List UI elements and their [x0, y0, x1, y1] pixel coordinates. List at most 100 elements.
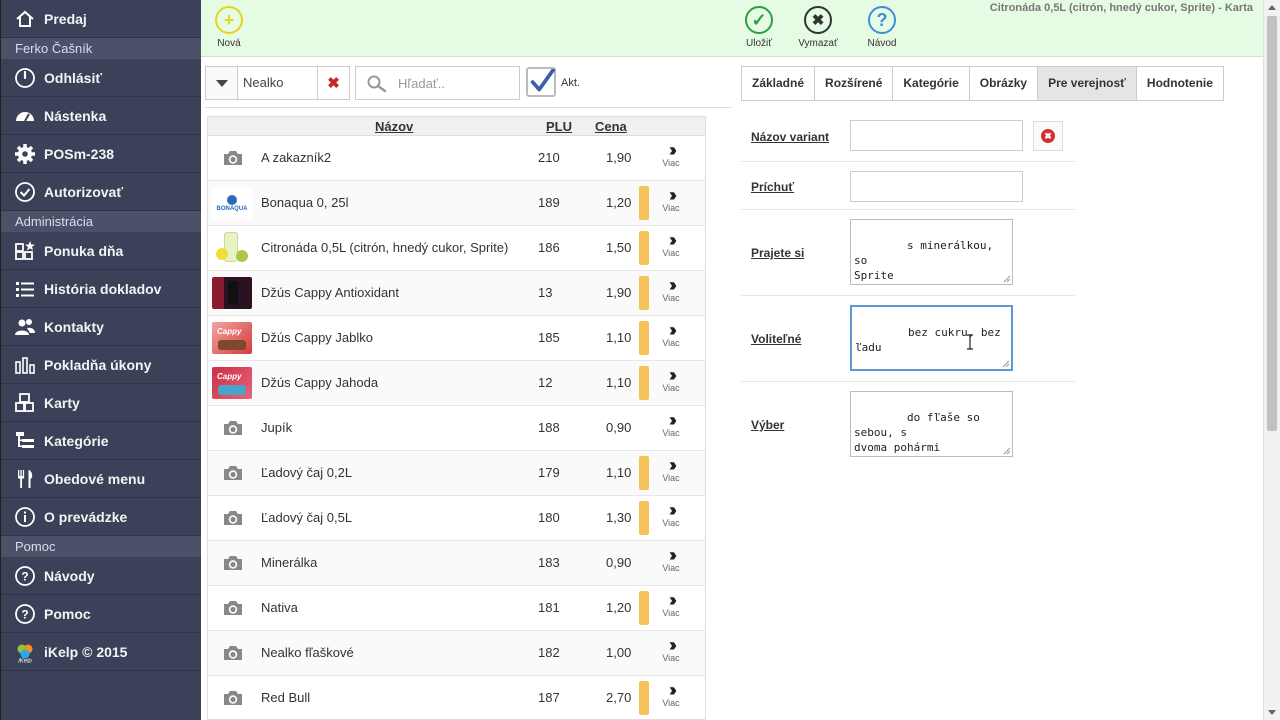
more-button[interactable]: ›› Viac [660, 455, 682, 483]
sidebar-item-label: História dokladov [44, 280, 162, 297]
sidebar-item-kontakty[interactable]: Kontakty [1, 308, 201, 346]
camera-icon [224, 511, 242, 525]
wish-textarea[interactable]: s minerálkou, so Sprite [850, 219, 1013, 285]
sidebar-item-nastenka[interactable]: Nástenka [1, 97, 201, 135]
search-input[interactable]: Hľadať.. [355, 66, 520, 100]
flavor-label: Príchuť [751, 180, 795, 194]
tab-hodnotenie[interactable]: Hodnotenie [1136, 66, 1224, 101]
cutlery-icon [13, 467, 37, 491]
sidebar-item-ponuka-dna[interactable]: Ponuka dňa [1, 232, 201, 270]
product-price: 1,10 [606, 465, 632, 480]
table-row[interactable]: Ľadový čaj 0,2L 179 1,10 ›› Viac [208, 451, 705, 496]
table-row[interactable]: Cappy Džús Cappy Jablko 185 1,10 ›› Viac [208, 316, 705, 361]
more-button[interactable]: ›› Viac [660, 591, 682, 618]
product-plu: 179 [538, 465, 560, 480]
column-header-name[interactable]: Názov [375, 119, 413, 134]
close-icon: ✖ [804, 6, 832, 34]
product-plu: 188 [538, 420, 560, 435]
flavor-input[interactable] [850, 171, 1023, 202]
more-button[interactable]: ›› Viac [660, 546, 682, 573]
clear-category-button[interactable]: ✖ [318, 66, 350, 100]
help-label: Návod [867, 38, 897, 49]
active-checkbox[interactable] [526, 67, 556, 97]
vertical-scrollbar[interactable] [1263, 0, 1280, 720]
table-row[interactable]: Ľadový čaj 0,5L 180 1,30 ›› Viac [208, 496, 705, 541]
tab-kategorie[interactable]: Kategórie [893, 66, 970, 101]
table-row[interactable]: Citronáda 0,5L (citrón, hnedý cukor, Spr… [208, 226, 705, 271]
product-thumbnail [212, 232, 252, 264]
more-button[interactable]: ›› Viac [660, 366, 682, 393]
more-button[interactable]: ›› Viac [660, 501, 682, 528]
table-header: Názov PLU Cena [208, 117, 705, 136]
table-row[interactable]: BONAQUA Bonaqua 0, 25l 189 1,20 ›› Viac [208, 181, 705, 226]
scrollbar-thumb[interactable] [1267, 16, 1277, 431]
sidebar-item-posm-238[interactable]: POSm-238 [1, 135, 201, 173]
optional-textarea[interactable]: bez cukru, bez ľadu [850, 305, 1013, 371]
table-row[interactable]: Cappy Džús Cappy Jahoda 12 1,10 ›› Viac [208, 361, 705, 406]
help-button[interactable]: ? Návod [857, 6, 907, 49]
more-button[interactable]: ›› Viac [660, 141, 682, 168]
sidebar-item-label: Predaj [44, 10, 87, 27]
table-row[interactable]: Minerálka 183 0,90 ›› Viac [208, 541, 705, 586]
sidebar-item-autorizovat[interactable]: Autorizovať [1, 173, 201, 211]
sidebar-item-karty[interactable]: Karty [1, 384, 201, 422]
column-header-price[interactable]: Cena [595, 119, 627, 134]
more-button[interactable]: ›› Viac [660, 321, 682, 348]
scroll-up-icon[interactable] [1268, 5, 1276, 10]
table-row[interactable]: Jupík 188 0,90 ›› Viac [208, 406, 705, 451]
table-row[interactable]: Džús Cappy Antioxidant 13 1,90 ›› Viac [208, 271, 705, 316]
bar-chart-icon [13, 353, 37, 377]
tab-rozsirene[interactable]: Rozšírené [815, 66, 894, 101]
sidebar-item-kategorie[interactable]: Kategórie [1, 422, 201, 460]
resize-grip-icon[interactable] [1003, 447, 1011, 455]
sidebar-item-pokladna-ukony[interactable]: Pokladňa úkony [1, 346, 201, 384]
sidebar-item-odhlasit[interactable]: Odhlásiť [1, 59, 201, 97]
sidebar-item-navody[interactable]: ? Návody [1, 557, 201, 595]
product-name: Bonaqua 0, 25l [261, 195, 349, 210]
sidebar-item-label: Obedové menu [44, 470, 146, 487]
more-button[interactable]: ›› Viac [660, 276, 682, 303]
new-button[interactable]: + Nová [204, 6, 254, 49]
save-button[interactable]: ✓ Uložiť [734, 6, 784, 49]
category-dropdown-button[interactable] [205, 66, 238, 100]
tab-pre-verejnost[interactable]: Pre verejnosť [1038, 66, 1137, 101]
sidebar-item-label: Kategórie [44, 432, 109, 449]
choice-textarea[interactable]: do fľaše so sebou, s dvoma pohármi [850, 391, 1013, 457]
more-button[interactable]: ›› Viac [660, 231, 682, 258]
window-title: Citronáda 0,5L (citrón, hnedý cukor, Spr… [989, 2, 1253, 14]
table-row[interactable]: Nativa 181 1,20 ›› Viac [208, 586, 705, 631]
category-input[interactable]: Nealko [238, 66, 318, 100]
product-plu: 186 [538, 240, 560, 255]
sidebar-item-historia-dokladov[interactable]: História dokladov [1, 270, 201, 308]
more-label: Viac [662, 338, 680, 348]
sidebar-item-pomoc[interactable]: ? Pomoc [1, 595, 201, 633]
tab-obrazky[interactable]: Obrázky [969, 66, 1039, 101]
more-button[interactable]: ›› Viac [660, 681, 682, 708]
table-row[interactable]: Nealko fľaškové 182 1,00 ›› Viac [208, 631, 705, 676]
scroll-down-icon[interactable] [1268, 710, 1276, 715]
delete-button[interactable]: ✖ Vymazať [793, 6, 843, 49]
sidebar-item-o-prevadzke[interactable]: O prevádzke [1, 498, 201, 536]
remove-variant-button[interactable]: ✖ [1033, 121, 1063, 151]
sidebar-section-header: Ferko Čašník [1, 38, 201, 59]
double-chevron-right-icon: ›› [669, 455, 677, 475]
sidebar-item-predaj[interactable]: Predaj [1, 0, 201, 38]
status-indicator [639, 681, 649, 715]
resize-grip-icon[interactable] [1003, 275, 1011, 283]
resize-grip-icon[interactable] [1002, 360, 1010, 368]
product-plu: 13 [538, 285, 553, 300]
more-button[interactable]: ›› Viac [660, 186, 682, 213]
table-row[interactable]: A zakazník2 210 1,90 ›› Viac [208, 136, 705, 181]
product-name: Ľadový čaj 0,2L [261, 465, 353, 480]
column-header-plu[interactable]: PLU [546, 119, 572, 134]
sidebar-item-obedove-menu[interactable]: Obedové menu [1, 460, 201, 498]
product-price: 1,50 [606, 240, 632, 255]
tab-zakladne[interactable]: Základné [741, 66, 816, 101]
gear-icon [13, 142, 37, 166]
sidebar-item-ikelp-2015[interactable]: iKelp iKelp © 2015 [1, 633, 201, 671]
more-button[interactable]: ›› Viac [660, 411, 682, 438]
variant-name-input[interactable] [850, 120, 1023, 151]
more-button[interactable]: ›› Viac [660, 636, 682, 663]
ikelp-logo: iKelp [13, 640, 37, 664]
table-row[interactable]: Red Bull 187 2,70 ›› Viac [208, 676, 705, 719]
